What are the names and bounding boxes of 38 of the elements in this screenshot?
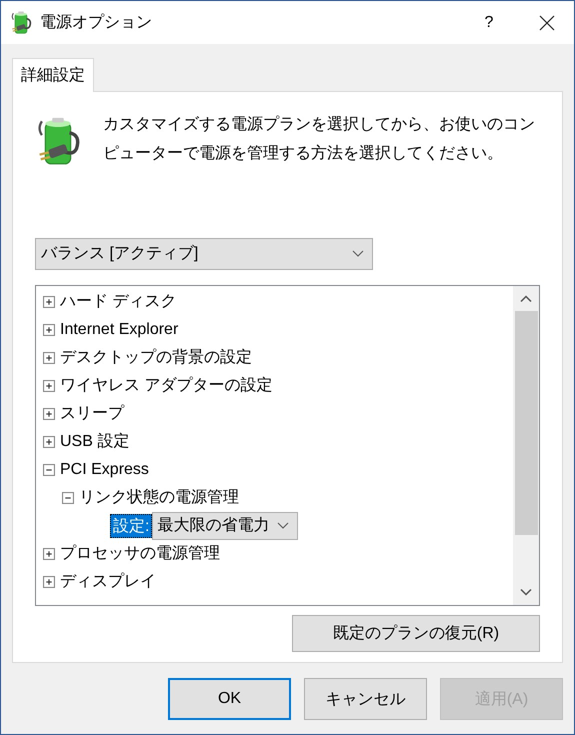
- chevron-down-icon: [352, 250, 364, 258]
- expand-icon[interactable]: [43, 436, 55, 448]
- window-title: 電源オプション: [40, 12, 152, 33]
- collapse-icon[interactable]: [62, 492, 74, 504]
- dialog-button[interactable]: キャンセル: [304, 678, 427, 720]
- plan-dropdown[interactable]: バランス [アクティブ]: [35, 238, 373, 270]
- expand-icon[interactable]: [43, 380, 55, 392]
- setting-label: 設定:: [110, 514, 152, 538]
- expand-icon[interactable]: [43, 548, 55, 560]
- collapse-icon[interactable]: [43, 464, 55, 476]
- scroll-up-icon[interactable]: [520, 294, 532, 303]
- chevron-down-icon: [277, 522, 290, 530]
- restore-defaults-button[interactable]: 既定のプランの復元(R): [292, 615, 540, 652]
- tree-item[interactable]: デスクトップの背景の設定: [60, 347, 252, 368]
- tree-item[interactable]: USB 設定: [60, 431, 130, 452]
- description-text: カスタマイズする電源プランを選択してから、お使いのコンピューターで電源を管理する方法を選択してください。: [103, 114, 536, 164]
- tree-item[interactable]: Internet Explorer: [60, 320, 178, 339]
- dialog-button[interactable]: OK: [168, 678, 291, 720]
- close-icon: [539, 14, 555, 30]
- scrollbar[interactable]: [513, 286, 539, 605]
- help-button[interactable]: ?: [466, 1, 512, 44]
- expand-icon[interactable]: [43, 324, 55, 336]
- tree-item[interactable]: プロセッサの電源管理: [60, 543, 220, 564]
- tab[interactable]: 詳細設定: [12, 58, 94, 92]
- expand-icon[interactable]: [43, 408, 55, 420]
- setting-dropdown[interactable]: 最大限の省電力: [152, 512, 298, 540]
- tree-item[interactable]: ハード ディスク: [60, 291, 176, 312]
- tree-item[interactable]: スリープ: [60, 403, 124, 424]
- tree-item[interactable]: ワイヤレス アダプターの設定: [60, 375, 272, 396]
- expand-icon[interactable]: [43, 576, 55, 588]
- battery-plug-icon: [10, 10, 32, 34]
- scroll-thumb[interactable]: [514, 310, 538, 535]
- tree-item[interactable]: PCI Express: [60, 460, 149, 479]
- scroll-down-icon[interactable]: [520, 588, 532, 597]
- tree-item[interactable]: ディスプレイ: [60, 571, 156, 592]
- tree-item[interactable]: リンク状態の電源管理: [79, 487, 239, 508]
- expand-icon[interactable]: [43, 352, 55, 364]
- expand-icon[interactable]: [43, 296, 55, 308]
